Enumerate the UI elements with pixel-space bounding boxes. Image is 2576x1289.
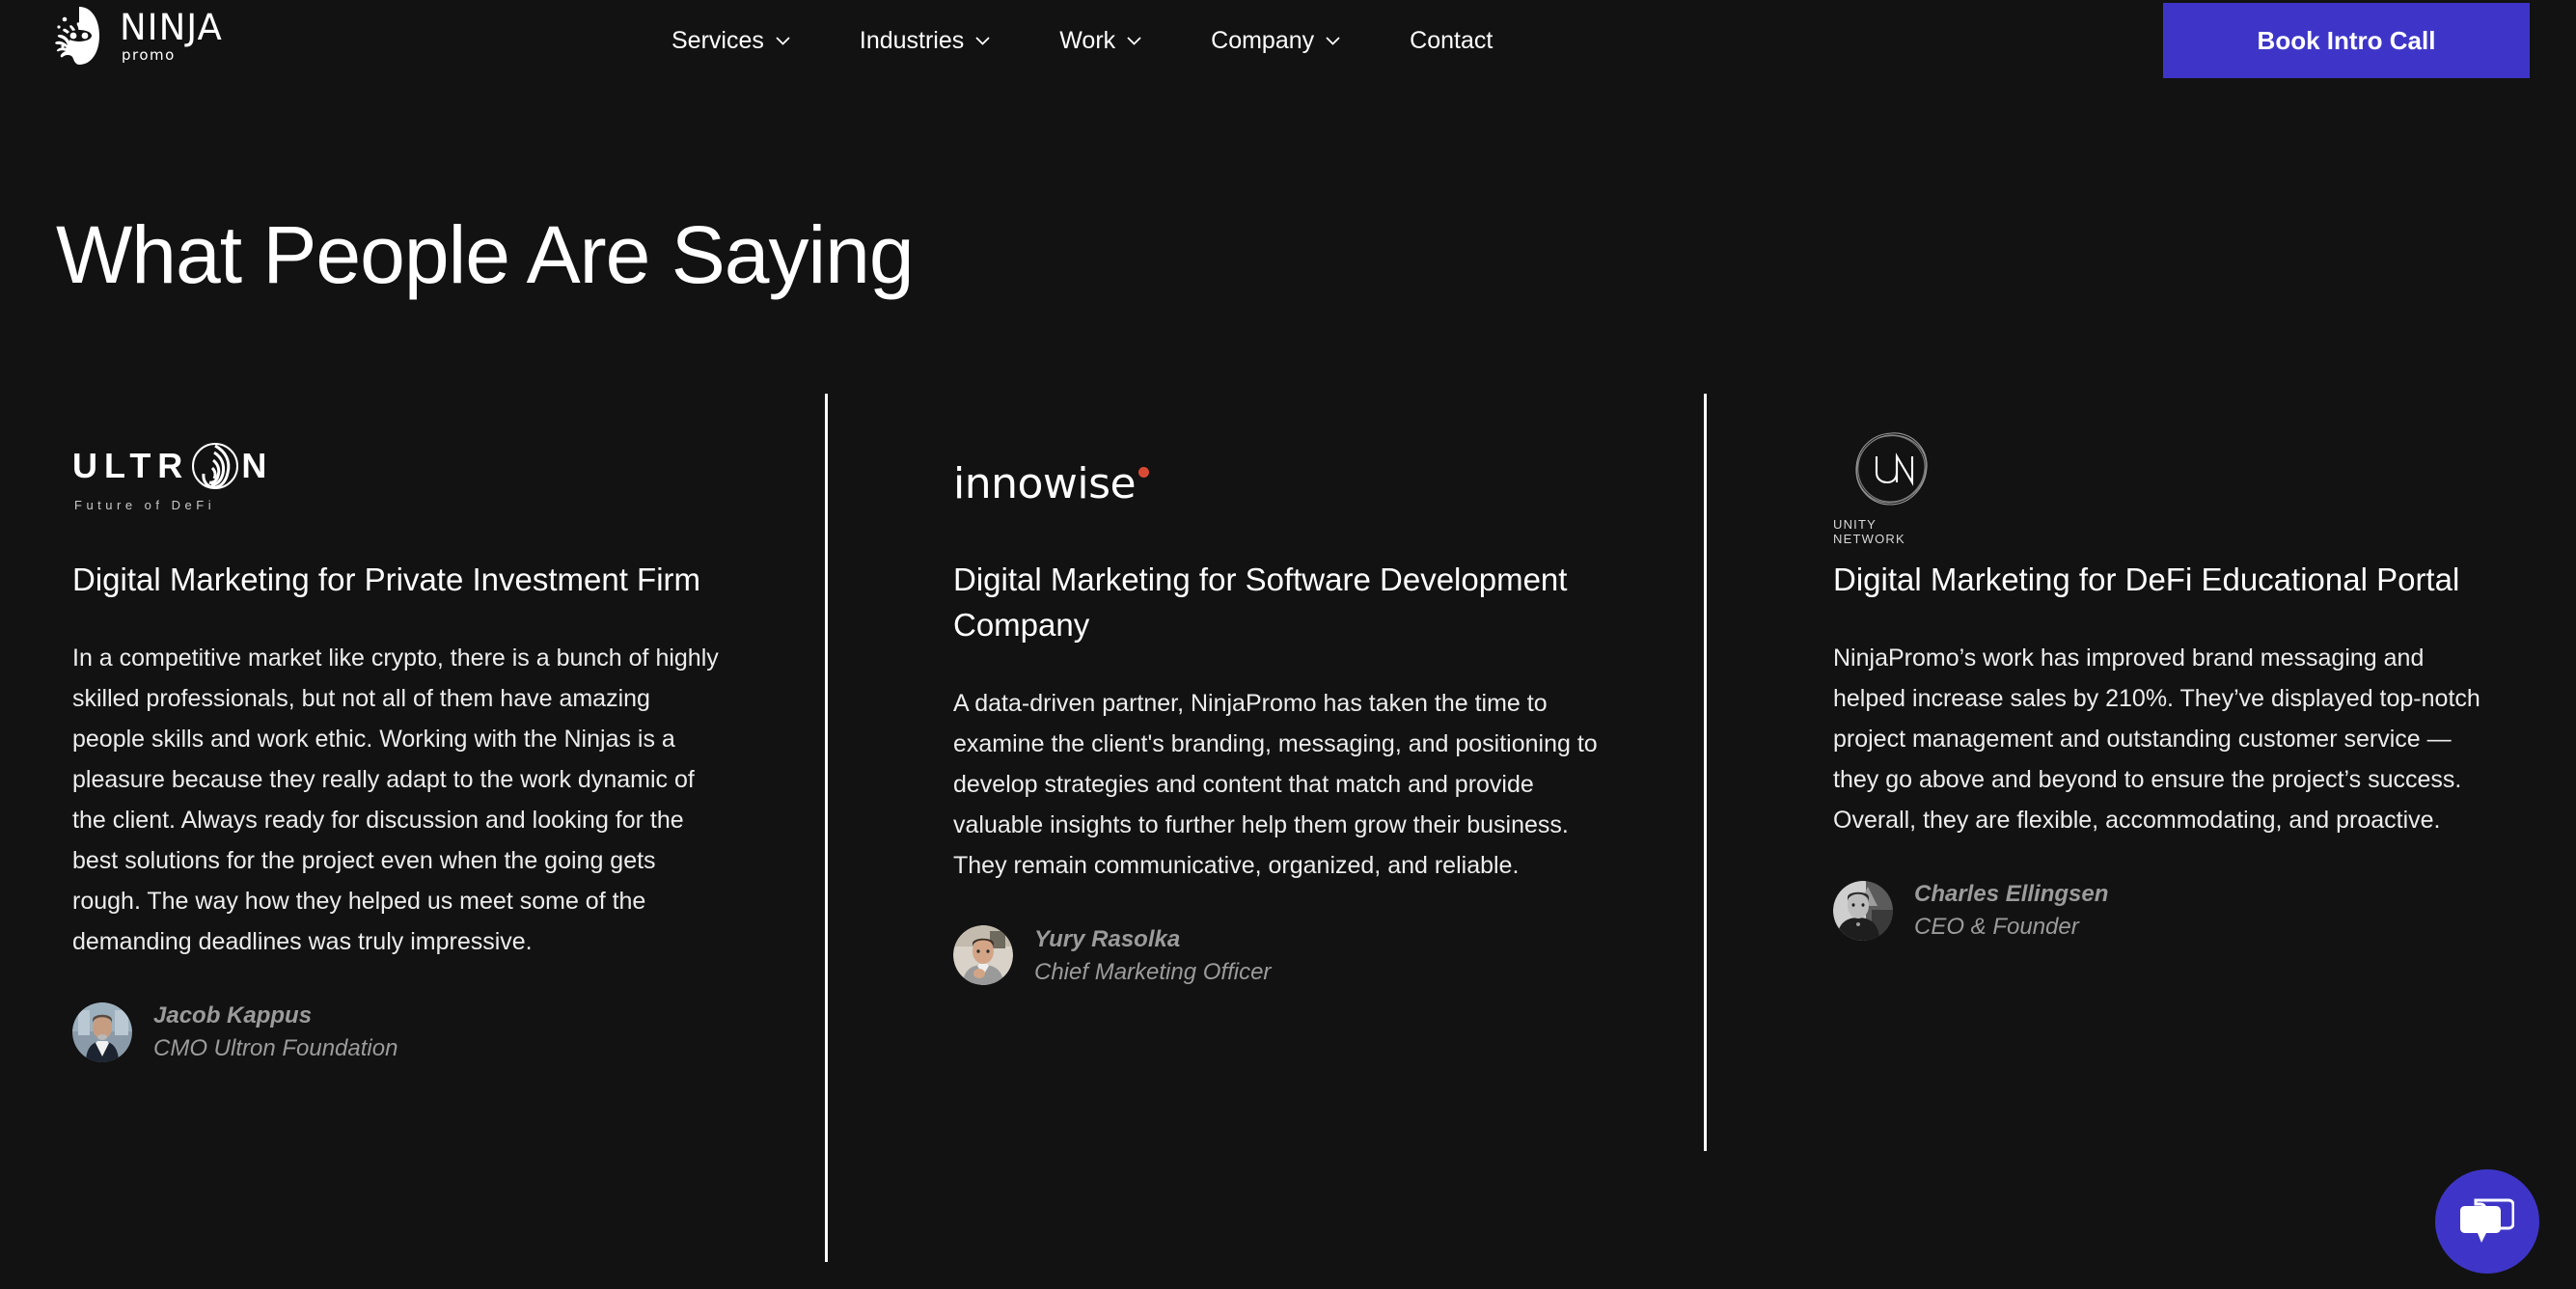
testimonial-card: innowise Digital Marketing for Software …: [953, 425, 1609, 987]
testimonial-author: Jacob Kappus CMO Ultron Foundation: [72, 1001, 728, 1063]
innowise-wordmark: innowise: [953, 463, 1136, 506]
testimonial-title: Digital Marketing for Software Developme…: [953, 558, 1609, 648]
chat-bubbles-icon: [2460, 1198, 2514, 1245]
testimonial-body: NinjaPromo’s work has improved brand mes…: [1833, 638, 2489, 840]
ultron-swirl-icon: [191, 442, 239, 490]
testimonial-title: Digital Marketing for DeFi Educational P…: [1833, 558, 2489, 603]
ultron-tagline: Future of DeFi: [74, 498, 273, 512]
testimonial-card: UNITY NETWORK Digital Marketing for DeFi…: [1833, 425, 2489, 942]
author-name: Charles Ellingsen: [1914, 879, 2108, 909]
ultron-wordmark-tail: N: [241, 449, 273, 483]
testimonials-grid: ULTR N Future of DeFi Digital Marketing …: [0, 0, 2576, 1289]
avatar-image-icon: [1833, 881, 1893, 941]
unity-network-tagline: UNITY NETWORK: [1833, 517, 1949, 546]
unity-network-circle-icon: [1849, 426, 1933, 511]
innowise-dot-icon: [1138, 467, 1149, 478]
innowise-logo: innowise: [953, 463, 1149, 506]
avatar-image-icon: [72, 1002, 132, 1062]
author-text: Jacob Kappus CMO Ultron Foundation: [153, 1001, 397, 1063]
unity-network-logo: UNITY NETWORK: [1833, 426, 1949, 546]
ultron-wordmark: ULTR: [72, 449, 189, 483]
testimonial-title: Digital Marketing for Private Investment…: [72, 558, 728, 603]
ultron-wordmark-row: ULTR N: [72, 442, 273, 490]
chat-widget-button[interactable]: [2435, 1169, 2539, 1274]
author-role: CMO Ultron Foundation: [153, 1033, 397, 1063]
avatar: [953, 925, 1013, 985]
author-role: CEO & Founder: [1914, 912, 2108, 942]
brand-logo-slot: ULTR N Future of DeFi: [72, 425, 728, 540]
ultron-logo: ULTR N Future of DeFi: [72, 442, 273, 512]
author-text: Yury Rasolka Chief Marketing Officer: [1034, 924, 1271, 987]
author-name: Jacob Kappus: [153, 1001, 397, 1030]
testimonial-author: Charles Ellingsen CEO & Founder: [1833, 879, 2489, 942]
testimonial-card: ULTR N Future of DeFi Digital Marketing …: [72, 425, 728, 1063]
testimonial-body: A data-driven partner, NinjaPromo has ta…: [953, 683, 1609, 886]
avatar-image-icon: [953, 925, 1013, 985]
brand-logo-slot: UNITY NETWORK: [1833, 425, 2489, 540]
author-name: Yury Rasolka: [1034, 924, 1271, 954]
author-text: Charles Ellingsen CEO & Founder: [1914, 879, 2108, 942]
avatar: [1833, 881, 1893, 941]
brand-logo-slot: innowise: [953, 425, 1609, 540]
author-role: Chief Marketing Officer: [1034, 957, 1271, 987]
testimonial-body: In a competitive market like crypto, the…: [72, 638, 728, 962]
testimonial-author: Yury Rasolka Chief Marketing Officer: [953, 924, 1609, 987]
avatar: [72, 1002, 132, 1062]
